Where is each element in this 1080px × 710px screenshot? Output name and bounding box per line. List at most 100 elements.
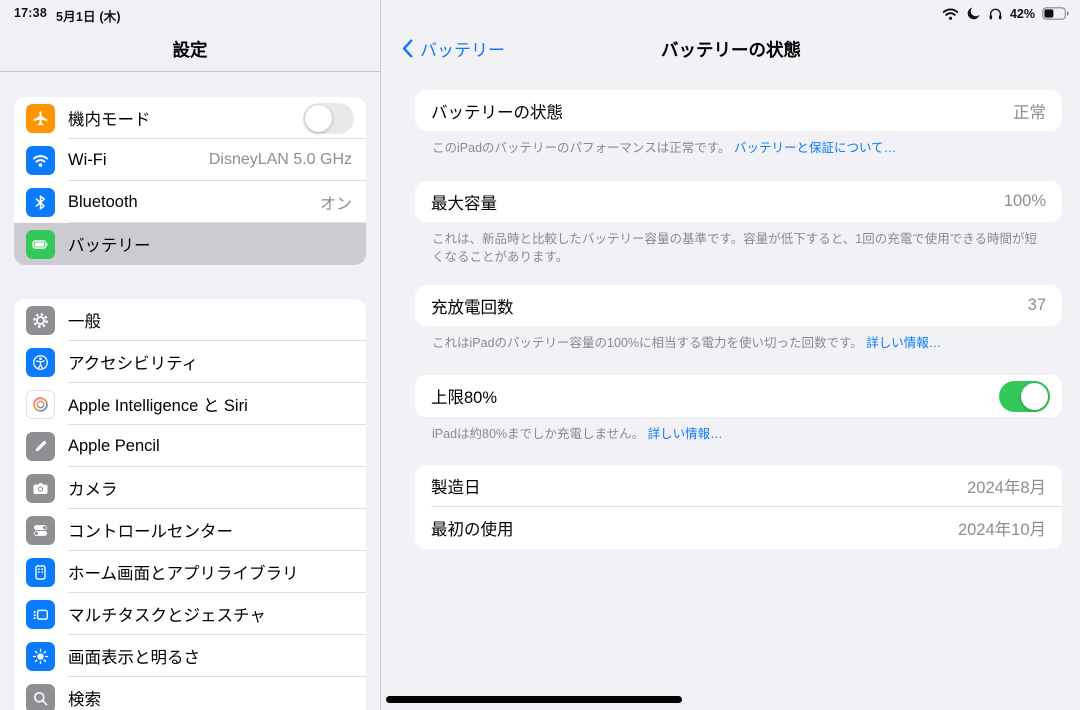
sidebar-item-label: コントロールセンター xyxy=(68,518,233,542)
brightness-icon xyxy=(26,642,55,671)
sidebar-item-apple-pencil[interactable]: Apple Pencil xyxy=(14,425,366,467)
row-label: バッテリーの状態 xyxy=(431,99,563,123)
statusbar-date: 5月1日 (木) xyxy=(56,6,121,25)
search-icon xyxy=(26,684,55,710)
pencil-icon xyxy=(26,432,55,461)
battery-percent-text: 42% xyxy=(1010,7,1035,21)
sidebar-item-control-center[interactable]: コントロールセンター xyxy=(14,509,366,551)
row-label: 充放電回数 xyxy=(431,294,514,318)
toggle-knob xyxy=(305,105,332,132)
airplane-mode-toggle[interactable] xyxy=(303,103,354,134)
wifi-network-value: DisneyLAN 5.0 GHz xyxy=(209,151,366,169)
toggle-knob xyxy=(1021,383,1048,410)
sidebar-item-label: ホーム画面とアプリライブラリ xyxy=(68,560,299,584)
bluetooth-state-value: オン xyxy=(320,190,366,214)
sidebar-item-general[interactable]: 一般 xyxy=(14,299,366,341)
statusbar-datetime: 17:38 5月1日 (木) xyxy=(14,6,121,25)
row-label: 最初の使用 xyxy=(431,516,514,540)
sidebar-item-label: マルチタスクとジェスチャ xyxy=(68,602,266,626)
sidebar-item-label: 一般 xyxy=(68,308,101,332)
max-capacity-card: 最大容量 100% xyxy=(415,181,1062,222)
sidebar-item-search[interactable]: 検索 xyxy=(14,677,366,710)
battery-health-card: バッテリーの状態 正常 xyxy=(415,90,1062,131)
page-title: バッテリーの状態 xyxy=(661,37,801,62)
battery-health-row: バッテリーの状態 正常 xyxy=(415,90,1062,131)
charge-cycles-row: 充放電回数 37 xyxy=(415,285,1062,326)
battery-icon xyxy=(26,230,55,259)
accessibility-icon xyxy=(26,348,55,377)
sidebar-item-bluetooth[interactable]: Bluetooth オン xyxy=(14,181,366,223)
max-capacity-footer: これは、新品時と比較したバッテリー容量の基準です。容量が低下すると、1回の充電で… xyxy=(415,230,1062,266)
sidebar-item-camera[interactable]: カメラ xyxy=(14,467,366,509)
sidebar-item-airplane-mode[interactable]: 機内モード xyxy=(14,97,366,139)
sidebar-item-label: 機内モード xyxy=(68,106,151,130)
footer-text: iPadは約80%までしか充電しません。 xyxy=(432,427,644,441)
back-label: バッテリー xyxy=(420,36,505,61)
statusbar-indicators: 42% xyxy=(942,6,1070,21)
home-screen-icon xyxy=(26,558,55,587)
sidebar-item-label: Wi-Fi xyxy=(68,151,106,170)
sidebar-item-label: Apple Intelligence と Siri xyxy=(68,392,248,416)
sidebar-item-label: 画面表示と明るさ xyxy=(68,644,200,668)
charge-limit-card: 上限80% xyxy=(415,375,1062,417)
control-center-icon xyxy=(26,516,55,545)
chevron-left-icon xyxy=(402,39,413,58)
row-label: 最大容量 xyxy=(431,190,497,214)
headphones-icon xyxy=(988,7,1003,21)
focus-moon-icon xyxy=(966,6,981,21)
max-capacity-row: 最大容量 100% xyxy=(415,181,1062,222)
apple-intelligence-icon xyxy=(26,390,55,419)
sidebar-item-label: 検索 xyxy=(68,686,101,710)
sidebar-item-home-screen[interactable]: ホーム画面とアプリライブラリ xyxy=(14,551,366,593)
sidebar-item-wifi[interactable]: Wi-Fi DisneyLAN 5.0 GHz xyxy=(14,139,366,181)
first-use-row: 最初の使用 2024年10月 xyxy=(415,507,1062,549)
sidebar-title: 設定 xyxy=(0,37,380,62)
first-use-value: 2024年10月 xyxy=(958,516,1046,540)
multitask-icon xyxy=(26,600,55,629)
sidebar-item-label: アクセシビリティ xyxy=(68,350,198,374)
wifi-icon xyxy=(26,146,55,175)
home-indicator[interactable] xyxy=(386,696,682,703)
battery-warranty-link[interactable]: バッテリーと保証について… xyxy=(734,141,896,155)
charge-cycles-card: 充放電回数 37 xyxy=(415,285,1062,326)
sidebar-item-accessibility[interactable]: アクセシビリティ xyxy=(14,341,366,383)
charge-limit-footer: iPadは約80%までしか充電しません。 詳しい情報… xyxy=(415,425,1062,443)
sidebar-item-apple-intelligence[interactable]: Apple Intelligence と Siri xyxy=(14,383,366,425)
charge-limit-row: 上限80% xyxy=(415,375,1062,417)
battery-status-icon xyxy=(1042,7,1070,20)
back-button[interactable]: バッテリー xyxy=(402,36,505,61)
row-label: 上限80% xyxy=(431,384,497,408)
charge-limit-toggle[interactable] xyxy=(999,381,1050,412)
cycles-learn-more-link[interactable]: 詳しい情報… xyxy=(866,336,941,350)
sidebar-item-multitasking[interactable]: マルチタスクとジェスチャ xyxy=(14,593,366,635)
footer-text: このiPadのバッテリーのパフォーマンスは正常です。 xyxy=(432,141,731,155)
ipad-settings-screen: 17:38 5月1日 (木) 42% 設定 機内モード xyxy=(0,0,1080,710)
sidebar-group-general: 一般 アクセシビリティ Apple Intelligence と Siri Ap… xyxy=(14,299,366,710)
sidebar-item-display-brightness[interactable]: 画面表示と明るさ xyxy=(14,635,366,677)
statusbar-time: 17:38 xyxy=(14,6,47,25)
max-capacity-value: 100% xyxy=(1004,192,1046,211)
sidebar-item-label: バッテリー xyxy=(68,232,151,256)
footer-text: これは、新品時と比較したバッテリー容量の基準です。容量が低下すると、1回の充電で… xyxy=(432,232,1037,264)
battery-health-pane: バッテリー バッテリーの状態 バッテリーの状態 正常 このiPadのバッテリーの… xyxy=(382,0,1080,710)
manufactured-row: 製造日 2024年8月 xyxy=(415,465,1062,507)
settings-sidebar: 設定 機内モード Wi-Fi DisneyLAN 5.0 GHz xyxy=(0,0,381,710)
camera-icon xyxy=(26,474,55,503)
sidebar-item-label: カメラ xyxy=(68,476,118,500)
sidebar-item-battery[interactable]: バッテリー xyxy=(14,223,366,265)
battery-dates-card: 製造日 2024年8月 最初の使用 2024年10月 xyxy=(415,465,1062,549)
battery-health-value: 正常 xyxy=(1013,99,1046,123)
gear-icon xyxy=(26,306,55,335)
airplane-icon xyxy=(26,104,55,133)
wifi-status-icon xyxy=(942,8,959,20)
battery-health-footer: このiPadのバッテリーのパフォーマンスは正常です。 バッテリーと保証について… xyxy=(415,139,1062,157)
bluetooth-icon xyxy=(26,188,55,217)
sidebar-group-connectivity: 機内モード Wi-Fi DisneyLAN 5.0 GHz Bluetooth … xyxy=(14,97,366,265)
charge-cycles-footer: これはiPadのバッテリー容量の100%に相当する電力を使い切った回数です。 詳… xyxy=(415,334,1062,352)
manufactured-value: 2024年8月 xyxy=(967,474,1046,498)
limit-learn-more-link[interactable]: 詳しい情報… xyxy=(648,427,723,441)
sidebar-item-label: Apple Pencil xyxy=(68,437,160,456)
charge-cycles-value: 37 xyxy=(1028,296,1046,315)
footer-text: これはiPadのバッテリー容量の100%に相当する電力を使い切った回数です。 xyxy=(432,336,863,350)
sidebar-item-label: Bluetooth xyxy=(68,193,138,212)
